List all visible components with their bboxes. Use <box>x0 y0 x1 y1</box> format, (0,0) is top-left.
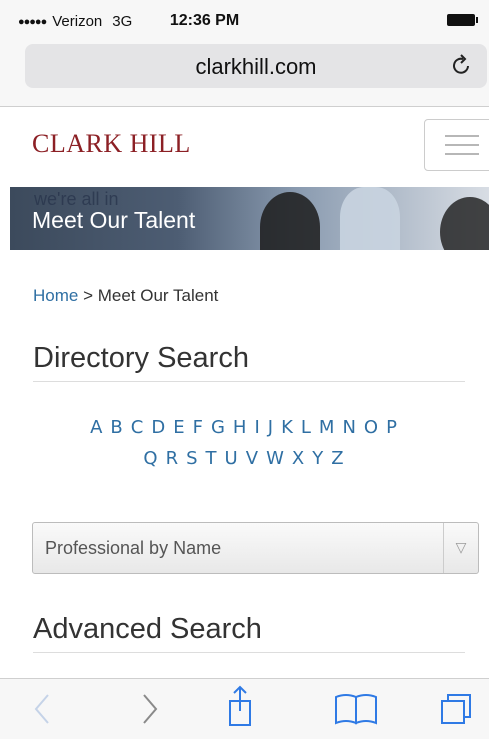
letter-link-q[interactable]: Q <box>143 448 159 469</box>
letter-link-j[interactable]: J <box>268 417 275 438</box>
letter-link-s[interactable]: S <box>186 448 199 469</box>
directory-type-select[interactable]: Professional by Name ▽ <box>32 522 479 574</box>
forward-icon[interactable] <box>122 679 182 739</box>
letter-link-z[interactable]: Z <box>331 448 345 469</box>
tabs-icon[interactable] <box>430 679 489 739</box>
letter-link-i[interactable]: I <box>254 417 261 438</box>
letter-link-d[interactable]: D <box>151 417 167 438</box>
letter-link-c[interactable]: C <box>131 417 146 438</box>
breadcrumb-separator: > <box>78 286 98 305</box>
letter-link-n[interactable]: N <box>342 417 357 438</box>
letter-link-e[interactable]: E <box>173 417 186 438</box>
breadcrumb-home-link[interactable]: Home <box>33 286 78 305</box>
reload-icon[interactable] <box>451 52 473 84</box>
alphabet-row-1: ABCDEFGHIJKLMNOP <box>0 417 489 438</box>
site-header: CLARK HILL <box>0 107 489 185</box>
page-banner: we're all in Meet Our Talent <box>10 187 489 250</box>
banner-photo-person <box>260 192 320 250</box>
directory-search-title: Directory Search <box>33 342 465 382</box>
letter-link-f[interactable]: F <box>193 417 205 438</box>
letter-link-v[interactable]: V <box>246 448 260 469</box>
letter-link-p[interactable]: P <box>386 417 399 438</box>
letter-link-r[interactable]: R <box>166 448 181 469</box>
letter-link-y[interactable]: Y <box>312 448 325 469</box>
alphabet-row-2: QRSTUVWXYZ <box>0 448 489 469</box>
banner-photo-person <box>440 197 489 250</box>
banner-photo-person <box>340 187 400 250</box>
site-logo[interactable]: CLARK HILL <box>32 129 191 159</box>
letter-link-t[interactable]: T <box>206 448 219 469</box>
back-icon[interactable] <box>22 679 82 739</box>
browser-toolbar <box>0 678 489 739</box>
letter-link-u[interactable]: U <box>225 448 240 469</box>
letter-link-m[interactable]: M <box>319 417 337 438</box>
letter-link-l[interactable]: L <box>301 417 313 438</box>
status-time: 12:36 PM <box>169 12 240 29</box>
select-value: Professional by Name <box>45 538 222 558</box>
status-bar: ●●●●● Verizon 3G 12:36 PM <box>0 0 489 34</box>
letter-link-k[interactable]: K <box>281 417 295 438</box>
bookmarks-icon[interactable] <box>328 679 388 739</box>
letter-link-g[interactable]: G <box>211 417 227 438</box>
chevron-down-icon[interactable]: ▽ <box>443 523 478 573</box>
advanced-search-title: Advanced Search <box>33 613 465 653</box>
breadcrumb: Home > Meet Our Talent <box>33 286 218 306</box>
letter-link-w[interactable]: W <box>266 448 286 469</box>
letter-link-h[interactable]: H <box>233 417 249 438</box>
letter-link-a[interactable]: A <box>90 417 104 438</box>
letter-link-o[interactable]: O <box>364 417 380 438</box>
address-bar[interactable]: clarkhill.com <box>25 44 487 88</box>
url-text[interactable]: clarkhill.com <box>25 54 487 80</box>
battery-icon <box>447 14 478 26</box>
browser-address-area: clarkhill.com <box>0 34 489 107</box>
letter-link-b[interactable]: B <box>110 417 124 438</box>
banner-title: Meet Our Talent <box>32 207 196 233</box>
share-icon[interactable] <box>214 679 274 739</box>
letter-link-x[interactable]: X <box>292 448 306 469</box>
breadcrumb-current: Meet Our Talent <box>97 286 219 305</box>
menu-button[interactable] <box>424 119 489 171</box>
